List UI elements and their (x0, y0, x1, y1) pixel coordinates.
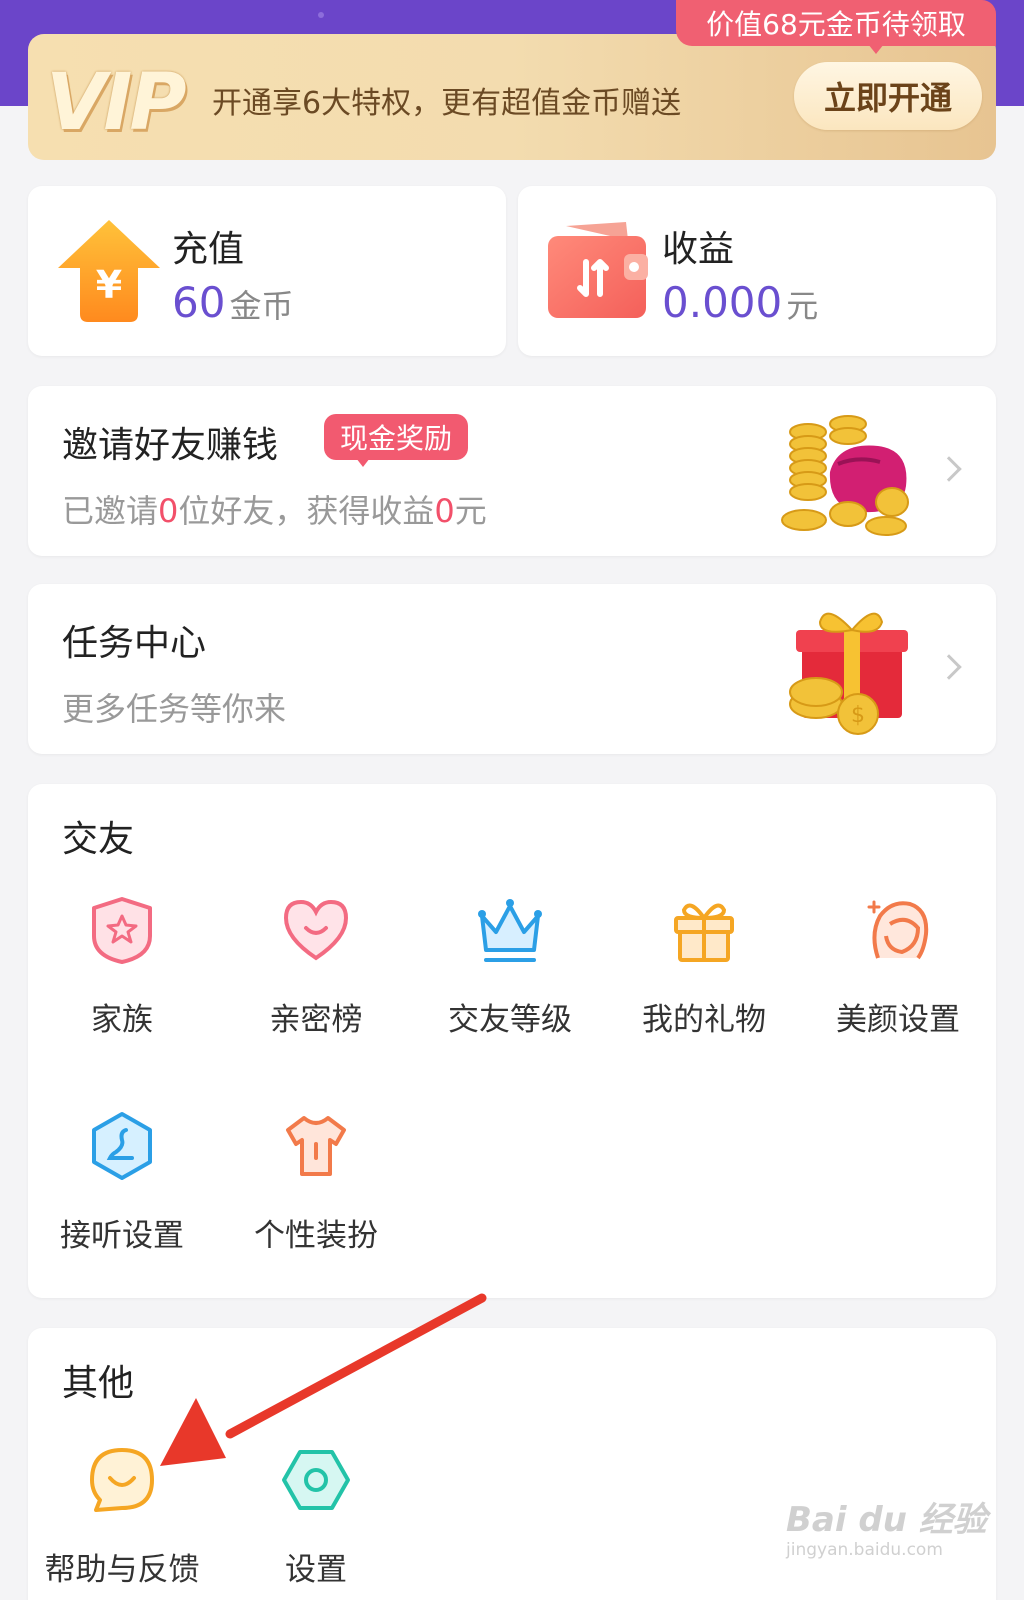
invite-title: 邀请好友赚钱 (62, 425, 279, 466)
vip-logo: VIP (46, 58, 187, 148)
crown-icon (478, 899, 542, 962)
task-center-title: 任务中心 (62, 623, 207, 664)
social-item-friend-level[interactable]: 交友等级 (430, 894, 590, 1039)
other-item-help-feedback[interactable]: 帮助与反馈 (42, 1444, 202, 1589)
phone-hexagon-icon (92, 1112, 152, 1180)
recharge-house-icon: ¥ (58, 220, 160, 322)
svg-text:$: $ (851, 703, 865, 728)
shirt-icon (286, 1116, 346, 1176)
baidu-jingyan-watermark: Bai du 经验 (786, 1500, 987, 1540)
other-section-title: 其他 (62, 1363, 135, 1404)
settings-hexagon-icon (282, 1450, 350, 1510)
task-center-subtitle: 更多任务等你来 (62, 690, 287, 728)
beauty-face-icon (867, 900, 929, 960)
earnings-title: 收益 (662, 229, 735, 270)
social-item-label: 美颜设置 (836, 1002, 960, 1038)
recharge-value: 60 (172, 278, 226, 327)
social-item-label: 交友等级 (448, 1002, 572, 1038)
social-item-label: 个性装扮 (254, 1218, 378, 1254)
earnings-value: 0.000 (662, 278, 783, 327)
coin-bag-illustration (781, 415, 909, 536)
invite-summary: 已邀请0位好友，获得收益0元 (62, 486, 487, 532)
social-item-personal-dressup[interactable]: 个性装扮 (236, 1110, 396, 1255)
social-item-beauty-settings[interactable]: 美颜设置 (818, 894, 978, 1039)
svg-text:¥: ¥ (96, 263, 122, 307)
invite-sub-middle: 位好友，获得收益 (178, 492, 435, 530)
social-item-intimacy-rank[interactable]: 亲密榜 (236, 894, 396, 1039)
task-center-row[interactable]: 任务中心 更多任务等你来 $ (28, 584, 996, 754)
recharge-amount: 60 金币 (172, 278, 293, 327)
social-item-answer-settings[interactable]: 接听设置 (42, 1110, 202, 1255)
recharge-card[interactable]: ¥ 充值 60 金币 (28, 186, 506, 356)
vip-badge-tail (868, 44, 884, 54)
vip-open-button[interactable]: 立即开通 (794, 62, 982, 130)
social-item-label: 家族 (91, 1002, 153, 1038)
vip-coin-badge: 价值68元金币待领取 (676, 0, 996, 46)
invite-sub-suffix: 元 (454, 492, 487, 530)
invite-chevron-right-icon (936, 456, 962, 482)
gift-icon (674, 903, 734, 962)
wallet-icon (548, 222, 648, 318)
social-section-title: 交友 (62, 819, 135, 860)
earnings-amount: 0.000 元 (662, 278, 818, 327)
invited-friends-count: 0 (158, 492, 179, 530)
heart-icon (283, 899, 349, 961)
vip-banner[interactable]: VIP 开通享6大特权，更有超值金币赠送 立即开通 (28, 34, 996, 160)
tag-tail (356, 458, 370, 467)
social-item-label: 我的礼物 (642, 1002, 766, 1038)
vip-promo-text: 开通享6大特权，更有超值金币赠送 (212, 86, 682, 121)
gift-box-coins-illustration: $ (789, 612, 908, 735)
task-chevron-right-icon (936, 654, 962, 680)
social-item-label: 亲密榜 (269, 1002, 363, 1038)
social-item-label: 接听设置 (60, 1218, 184, 1254)
recharge-unit: 金币 (229, 287, 294, 325)
other-item-label: 设置 (285, 1552, 347, 1588)
invite-sub-prefix: 已邀请 (62, 492, 159, 530)
invite-earned-amount: 0 (434, 492, 455, 530)
earnings-card[interactable]: 收益 0.000 元 (518, 186, 996, 356)
help-chat-icon (90, 1448, 154, 1512)
social-item-family[interactable]: 家族 (42, 894, 202, 1039)
decor-dot (318, 12, 324, 18)
social-item-my-gifts[interactable]: 我的礼物 (624, 894, 784, 1039)
family-shield-icon (92, 897, 152, 964)
cash-reward-tag: 现金奖励 (324, 414, 469, 460)
watermark-url: jingyan.baidu.com (786, 1540, 943, 1560)
other-item-label: 帮助与反馈 (44, 1552, 200, 1588)
earnings-unit: 元 (786, 287, 819, 325)
invite-friends-row[interactable]: 邀请好友赚钱 现金奖励 已邀请0位好友，获得收益0元 (28, 386, 996, 556)
recharge-title: 充值 (172, 229, 245, 270)
other-item-settings[interactable]: 设置 (236, 1444, 396, 1589)
social-section: 交友 家族 亲密榜 交友等级 我的礼物 美颜设置 接听设置 个性装扮 (28, 784, 996, 1298)
